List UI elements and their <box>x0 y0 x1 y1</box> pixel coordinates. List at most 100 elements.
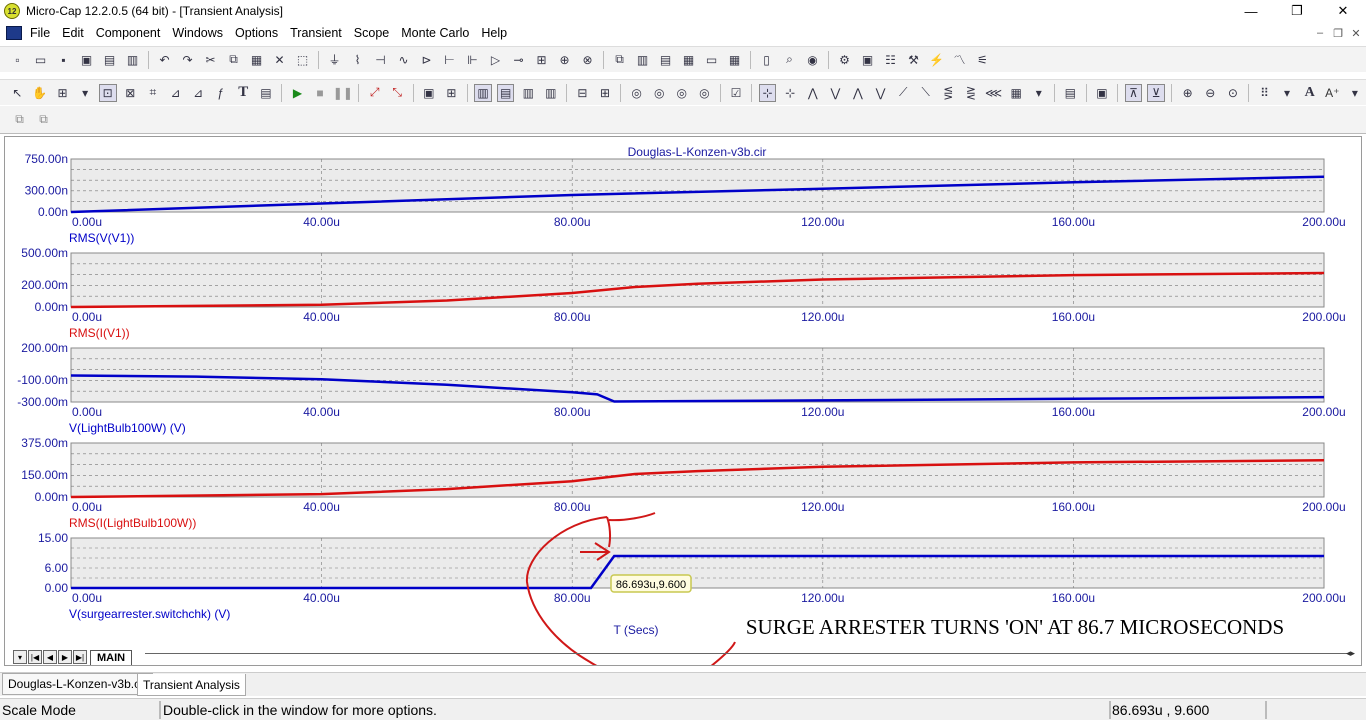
close-button[interactable]: ✕ <box>1320 0 1366 22</box>
cut-icon[interactable]: ✂ <box>202 51 220 69</box>
plot-area[interactable] <box>70 537 1325 589</box>
fit-height-icon[interactable]: ⊼ <box>1124 83 1143 102</box>
pan-icon[interactable]: ✋ <box>31 84 49 102</box>
global-low-icon[interactable]: ⟍ <box>917 84 935 102</box>
zoom-box-icon[interactable]: ⊠ <box>122 84 140 102</box>
resistor-icon[interactable]: ⌇ <box>349 51 367 69</box>
paste-special-icon[interactable]: ▦ <box>1007 84 1025 102</box>
menu-transient[interactable]: Transient <box>284 26 348 40</box>
last-tab-icon[interactable]: ▶| <box>73 650 87 664</box>
transistor-icon[interactable]: ⊢ <box>441 51 459 69</box>
series-label[interactable]: RMS(I(V1)) <box>69 326 130 340</box>
save-icon[interactable]: ▪ <box>55 51 73 69</box>
paste-icon[interactable]: ▦ <box>248 51 266 69</box>
vertical-tag-icon[interactable]: ⊿ <box>189 84 207 102</box>
plot-area[interactable] <box>70 158 1325 213</box>
axis-icon[interactable]: ▥ <box>519 84 537 102</box>
plot-panel[interactable]: 15.00 6.00 0.000.00u 40.00u 80.00u 120.00u 160… <box>38 531 1346 621</box>
auto-scale-icon[interactable]: ⤢ <box>366 84 384 102</box>
copy-icon[interactable]: ⧉ <box>225 51 243 69</box>
numeric-output-icon[interactable]: ▤ <box>1061 84 1079 102</box>
minor-grid-icon[interactable]: ▤ <box>496 83 515 102</box>
select-arrow-icon[interactable]: ↖ <box>9 84 27 102</box>
low-icon[interactable]: ◎ <box>696 84 714 102</box>
app-icon[interactable]: 12 <box>4 3 20 19</box>
ungroup-icon[interactable]: ⧉ <box>35 110 53 128</box>
horizontal-tag-icon[interactable]: ⊿ <box>167 84 185 102</box>
next-tab-icon[interactable]: ▶ <box>58 650 72 664</box>
save-as-icon[interactable]: ▣ <box>78 51 96 69</box>
stop-icon[interactable]: ■ <box>311 84 329 102</box>
diode-icon[interactable]: ⊳ <box>418 51 436 69</box>
top-icon[interactable]: ⋚ <box>940 84 958 102</box>
dropdown-arrow-icon[interactable]: ▾ <box>1030 84 1048 102</box>
fit-width-icon[interactable]: ⊻ <box>1147 83 1165 102</box>
point-tag-icon[interactable]: ⌗ <box>144 84 162 102</box>
series-label[interactable]: RMS(V(V1)) <box>69 231 134 245</box>
dropdown-arrow-icon[interactable]: ▾ <box>1278 84 1296 102</box>
restore-limits-icon[interactable]: ⤡ <box>388 84 406 102</box>
global-high-icon[interactable]: ⟋ <box>894 84 912 102</box>
horizontal-split-icon[interactable]: ⊟ <box>574 84 592 102</box>
delete-icon[interactable]: ✕ <box>271 51 289 69</box>
first-tab-icon[interactable]: |◀ <box>28 650 42 664</box>
properties-icon[interactable]: ☷ <box>882 51 900 69</box>
plot-panel[interactable]: 500.00m 200.00m 0.00m 0.00u 40.00u 80.00u 120.… <box>21 246 1345 340</box>
scale-mode-icon[interactable]: ⊡ <box>98 83 117 102</box>
series-label[interactable]: V(LightBulb100W) (V) <box>69 421 186 435</box>
mosfet-icon[interactable]: ⊩ <box>464 51 482 69</box>
function-icon[interactable]: ƒ <box>212 84 230 102</box>
plot-window[interactable]: 750.00n 300.00n 0.00n 0.00u 40.00u 80.00u 120.… <box>4 136 1362 666</box>
globe-icon[interactable]: ◉ <box>804 51 822 69</box>
bottom-icon[interactable]: ⋛ <box>962 84 980 102</box>
series-label[interactable]: RMS(I(LightBulb100W)) <box>69 516 196 530</box>
mdi-minimize-button[interactable]: – <box>1310 24 1330 42</box>
tab-transient-analysis[interactable]: Transient Analysis <box>137 674 246 696</box>
clip-icon[interactable]: ⋘ <box>985 84 1003 102</box>
valley-find-icon[interactable]: ⋁ <box>827 84 845 102</box>
plot-panel[interactable]: 750.00n 300.00n 0.00n 0.00u 40.00u 80.00u 120.… <box>25 152 1346 245</box>
print-preview-icon[interactable]: ▤ <box>101 51 119 69</box>
print-icon[interactable]: ▥ <box>124 51 142 69</box>
window-layout-icon[interactable]: ▭ <box>703 51 721 69</box>
tokens-icon[interactable]: ⊞ <box>443 84 461 102</box>
switch-icon[interactable]: ⊸ <box>510 51 528 69</box>
battery-icon[interactable]: ⊞ <box>533 51 551 69</box>
open-icon[interactable]: ▭ <box>32 51 50 69</box>
mdi-close-button[interactable]: ✕ <box>1346 24 1366 42</box>
menu-edit[interactable]: Edit <box>56 26 90 40</box>
scroll-down-icon[interactable]: ▾ <box>13 650 27 664</box>
data-points-icon[interactable]: ▣ <box>420 84 438 102</box>
peak-icon[interactable]: ◎ <box>628 84 646 102</box>
menu-component[interactable]: Component <box>90 26 167 40</box>
zoom-in-icon[interactable]: ⊕ <box>1179 84 1197 102</box>
group-icon[interactable]: ⧉ <box>11 110 29 128</box>
horizontal-scrollbar-track[interactable] <box>145 653 1351 654</box>
mdi-restore-button[interactable]: ❐ <box>1328 24 1348 42</box>
cursor-right-icon[interactable]: ⊹ <box>781 84 799 102</box>
minimize-button[interactable]: — <box>1228 0 1274 22</box>
voltage-source-icon[interactable]: ⊕ <box>556 51 574 69</box>
ground-icon[interactable]: ⏚ <box>326 51 344 69</box>
dropdown-arrow-icon[interactable]: ▾ <box>76 84 94 102</box>
inductor-icon[interactable]: ∿ <box>395 51 413 69</box>
legend-icon[interactable]: ▥ <box>542 84 560 102</box>
pause-icon[interactable]: ❚❚ <box>333 84 353 102</box>
tab-circuit[interactable]: Douglas-L-Konzen-v3b.cir <box>2 673 153 695</box>
tools-icon[interactable]: ⚒ <box>905 51 923 69</box>
valley-icon[interactable]: ◎ <box>650 84 668 102</box>
dropdown-arrow-icon[interactable]: ▾ <box>1346 84 1364 102</box>
component-panel-icon[interactable]: ▯ <box>758 51 776 69</box>
font-icon[interactable]: A <box>1301 84 1319 102</box>
redo-icon[interactable]: ↷ <box>179 51 197 69</box>
series-label[interactable]: V(surgearrester.switchchk) (V) <box>69 607 230 621</box>
font-color-icon[interactable]: A⁺ <box>1323 84 1341 102</box>
plot-icon[interactable]: 〽 <box>951 51 969 69</box>
current-source-icon[interactable]: ⊗ <box>579 51 597 69</box>
scroll-right-icon[interactable]: ◂▸ <box>1346 648 1355 659</box>
document-icon[interactable] <box>6 26 22 40</box>
tab-main[interactable]: MAIN <box>90 649 133 665</box>
cursor-left-icon[interactable]: ⊹ <box>758 83 777 102</box>
window-split-icon[interactable]: ▦ <box>680 51 698 69</box>
layout-grid-icon[interactable]: ⠿ <box>1256 84 1274 102</box>
